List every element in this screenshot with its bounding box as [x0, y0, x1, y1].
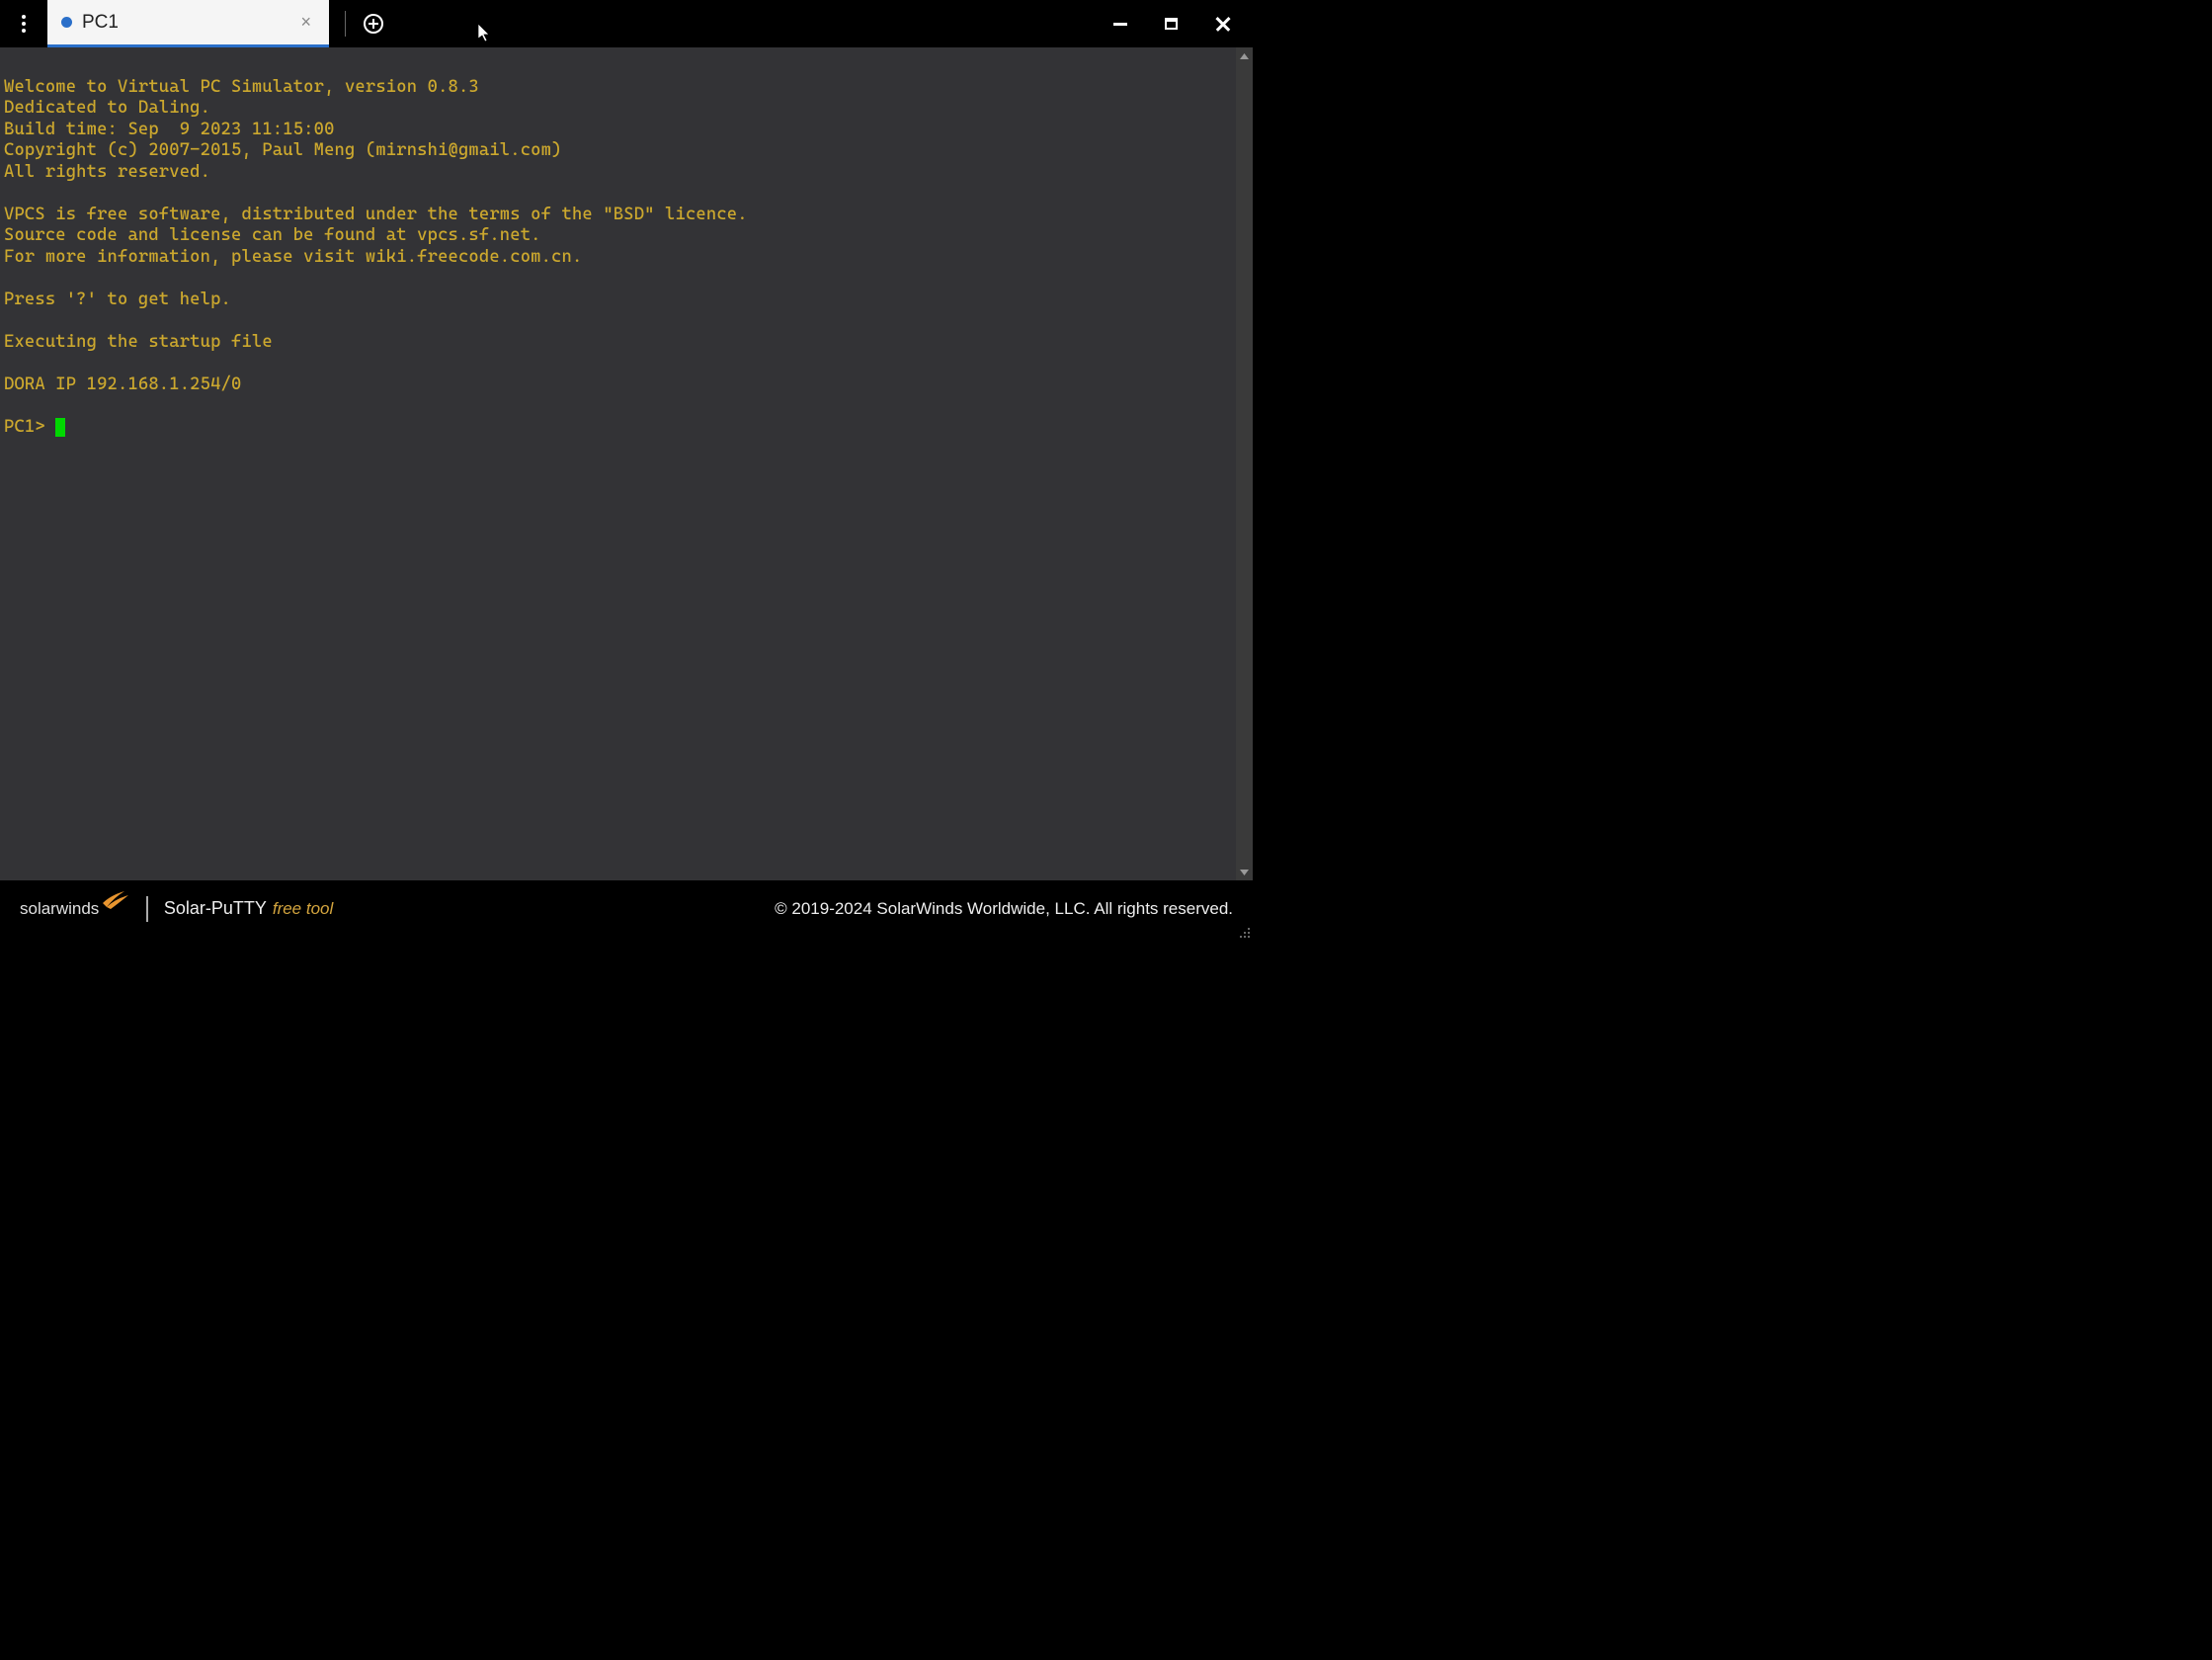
terminal-line: Copyright (c) 2007-2015, Paul Meng (mirn… [4, 140, 1232, 162]
kebab-menu-icon [22, 15, 26, 33]
tab-divider [345, 11, 346, 37]
copyright-text: © 2019-2024 SolarWinds Worldwide, LLC. A… [775, 899, 1233, 919]
new-tab-button[interactable] [358, 0, 389, 47]
maximize-button[interactable] [1165, 18, 1178, 30]
maximize-icon [1165, 18, 1178, 30]
plus-icon [364, 14, 383, 34]
terminal-line: Dedicated to Daling. [4, 98, 1232, 120]
connection-status-icon [61, 17, 72, 28]
terminal-line: Executing the startup file [4, 332, 1232, 354]
terminal-prompt-line: PC1> [4, 417, 1232, 439]
prompt-text: PC1> [4, 417, 55, 439]
terminal-line: For more information, please visit wiki.… [4, 247, 1232, 269]
brand-text: solarwinds [20, 899, 99, 919]
terminal-line: Build time: Sep 9 2023 11:15:00 [4, 120, 1232, 141]
brand-logo: solarwinds [20, 895, 130, 922]
terminal-line: Welcome to Virtual PC Simulator, version… [4, 77, 1232, 99]
terminal-line: Press '?' to get help. [4, 290, 1232, 311]
terminal-wrapper: Welcome to Virtual PC Simulator, version… [0, 47, 1253, 880]
brand-swoosh-icon [101, 889, 130, 916]
terminal-line: Source code and license can be found at … [4, 225, 1232, 247]
footer-divider [146, 896, 148, 922]
menu-button[interactable] [0, 0, 47, 47]
tab-label: PC1 [82, 12, 296, 34]
terminal-line [4, 183, 1232, 205]
title-bar: PC1 × [0, 0, 1253, 47]
product-name: Solar-PuTTY [164, 898, 267, 919]
status-bar: solarwinds Solar-PuTTY free tool © 2019-… [0, 880, 1253, 941]
minimize-button[interactable] [1113, 23, 1127, 26]
terminal-line: DORA IP 192.168.1.254/0 [4, 374, 1232, 396]
terminal-line [4, 55, 1232, 77]
terminal-line: All rights reserved. [4, 162, 1232, 184]
close-window-button[interactable] [1215, 16, 1231, 32]
resize-grip-icon[interactable] [1237, 925, 1251, 939]
free-tool-label: free tool [273, 899, 333, 919]
terminal-line: VPCS is free software, distributed under… [4, 205, 1232, 226]
window-controls [1113, 0, 1253, 47]
terminal-line [4, 268, 1232, 290]
terminal[interactable]: Welcome to Virtual PC Simulator, version… [0, 47, 1236, 880]
scrollbar[interactable] [1236, 47, 1253, 880]
terminal-line [4, 395, 1232, 417]
terminal-line [4, 310, 1232, 332]
terminal-line [4, 353, 1232, 374]
minimize-icon [1113, 23, 1127, 26]
tab-close-button[interactable]: × [296, 12, 315, 33]
cursor-icon [55, 418, 65, 437]
scroll-up-arrow-icon[interactable] [1236, 47, 1253, 64]
tab-pc1[interactable]: PC1 × [47, 0, 329, 47]
scroll-down-arrow-icon[interactable] [1236, 864, 1253, 880]
close-icon [1215, 16, 1231, 32]
